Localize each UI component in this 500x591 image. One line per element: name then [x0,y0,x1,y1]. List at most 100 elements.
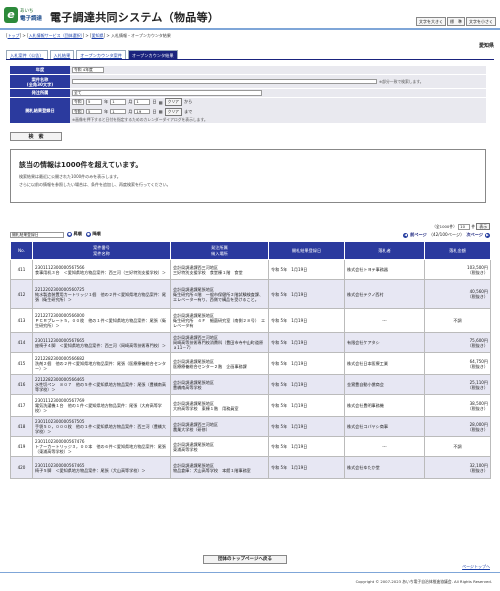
total-count: （全1000件） [432,224,457,229]
org-select[interactable]: 全て [72,90,262,96]
clear-to-button[interactable]: クリア [164,107,182,116]
sort-asc-radio[interactable]: ● 昇順 [67,231,82,237]
case-name-link[interactable]: トナーカートリッジ３，００本 他の６件＜愛知県地方物品案件：尾張（東浦高等学校）… [35,444,166,454]
year-select[interactable]: 令和 4年度 [72,67,104,73]
calendar-to-icon[interactable]: ▦ [159,109,163,114]
year-label: 年度 [10,66,70,74]
breadcrumb-top-link[interactable]: トップ [8,33,20,38]
from-suffix: から [183,99,193,104]
case-name-link[interactable]: 手袋５０，０００枚 他の１件＜愛知県地方物品案件：西三河（豊橋大学校）＞ [35,424,166,434]
next-arrow-icon[interactable]: ▶ [485,232,490,238]
font-normal-button[interactable]: 標 準 [447,17,465,26]
radio-checked-icon: ● [67,232,72,237]
next-page-link[interactable]: 次ページ [466,232,483,238]
per-page-select[interactable]: 10 [458,224,471,230]
table-row: 413 2212272300000566000 ＰＣＲプレート５，００枚 他の１件＜… [10,308,491,333]
to-year-input[interactable]: 5 [86,108,102,115]
result-limit-message: 該当の情報は1000件を超えています。 検索結果は最近に公開された1000件のみ… [10,149,486,203]
breadcrumb-pref-link[interactable]: 愛知県 [92,33,104,38]
calendar-from-icon[interactable]: ▦ [159,100,163,105]
from-month-input[interactable]: 1 [110,99,127,105]
col-date: 開札結果登録日 [268,241,345,260]
row-no: 411 [10,259,33,280]
case-label: 案件名称 (全角30文字) [10,75,70,88]
col-winner: 落札者 [344,241,425,260]
from-day-input[interactable]: 1 [134,99,151,105]
row-winner: 株式会社テクノ西村 [344,279,425,309]
to-day-input[interactable]: 19 [134,108,151,115]
case-name-link[interactable]: ＰＣＲプレート５，００枚 他の１件＜愛知県地方物品案件：尾張（衛生研究所）＞ [35,318,166,328]
to-month-input[interactable]: 1 [110,108,127,115]
row-case: 2212272300000566000 ＰＣＲプレート５，００枚 他の１件＜愛知県… [32,308,171,333]
row-price: 64,750円 （税抜き） [424,352,491,375]
prev-page-link[interactable]: 前ページ [410,232,427,238]
row-price: 不調 [424,308,491,333]
row-case: 2212282300000566682 洗剤２個 他の２件＜愛知県地方物品案件：尾… [32,352,171,375]
case-name-link[interactable]: 電気洗濯機１台 他の１件＜愛知県地方物品案件：尾張（大府高等学校）＞ [35,403,162,413]
font-small-button[interactable]: 文字を小さく [466,17,496,26]
row-no: 416 [10,374,33,395]
case-name-link[interactable]: 座椅子４脚 ＜愛知県地方物品案件：西三河（岡崎高等技術専門校）＞ [35,343,166,348]
sort-order-controls: ● 昇順 ● 降順 [67,231,101,237]
logo-bottom-text: 電子調達 [20,16,43,22]
row-price: 38,500円 （税抜き） [424,394,491,417]
row-price: 40,560円 （税抜き） [424,279,491,309]
result-controls: （全1000件） 10 件 表示 開札結果登録日 ● 昇順 ● 降順 ◀ 前ペー… [10,223,490,238]
breadcrumb-service-link[interactable]: 入札情報サービス（団体選択） [29,33,83,38]
table-row: 416 2212282300000566465 水性切ペン ８０７ 他の５件＜愛知県… [10,374,491,395]
row-price: 75,600円 （税抜き） [424,332,491,353]
row-case: 2301112300000567566 食事用机３台 ＜愛知県地方物品案件：西三河… [32,259,171,280]
case-name-link[interactable]: 洗剤２個 他の２件＜愛知県地方物品案件：尾張（医療療養総合センター）＞ [35,361,166,371]
row-winner: 有限会社ケアタシ [344,332,425,353]
from-era-select[interactable]: 令和 [72,99,84,105]
org-row: 発注所属 全て [10,89,486,98]
to-suffix: まで [183,108,193,114]
case-name-link[interactable]: 食事用机３台 ＜愛知県地方物品案件：西三河（三好特別支援学校）＞ [35,270,166,275]
price-tax: （税抜き） [467,467,488,473]
page-top-link[interactable]: ページトップへ [462,564,490,570]
to-era-select[interactable]: 令和 [72,108,84,115]
row-case: 2301112300000567769 電気洗濯機１台 他の１件＜愛知県地方物品案… [32,394,171,417]
case-name-link[interactable]: 純水製造装置用カートリッジ１個 他の２件＜愛知県地方物品案件：尾張（衛生研究所）… [35,292,166,302]
message-title: 該当の情報は1000件を超えています。 [19,161,143,169]
case-name-link[interactable]: 椅子５脚 ＜愛知県地方物品案件：尾張（犬山高等学校）＞ [35,468,146,473]
case-name-input[interactable] [72,78,377,85]
from-year-input[interactable]: 5 [86,99,102,105]
case-note: ※部分一致で検索します。 [379,78,424,84]
row-org: 会計局調達課尾張地区 衛生研究所 ４Ｆ 細菌研究室（南側２８号） エレベータ有 [170,308,269,333]
col-org: 発注所属 納入場所 [170,241,269,260]
row-no: 418 [10,416,33,437]
row-date: 令和 5年 1月19日 [268,308,345,333]
table-header-row: No. 案件番号 案件名称 発注所属 納入場所 開札結果登録日 落札者 落札金額 [10,241,491,260]
per-page-unit: 件 [471,224,476,229]
unit-day: 日 [152,108,157,114]
date-to-group: 令和 5年 1月 19 日 ▦ クリア まで [72,107,193,116]
row-no: 420 [10,456,33,479]
row-price: 不調 [424,436,491,457]
font-large-button[interactable]: 文字を大きく [416,17,446,26]
price-value: 不調 [453,318,462,323]
table-row: 412 2212202300000560725 純水製造装置用カートリッジ１個 他の… [10,279,491,309]
display-button[interactable]: 表示 [476,223,490,230]
row-case: 2212282300000566465 水性切ペン ８０７ 他の５件＜愛知県地方物… [32,374,171,395]
case-name-link[interactable]: 水性切ペン ８０７ 他の５件＜愛知県地方物品案件：尾張（豊橋南高等学校）＞ [35,382,166,392]
row-winner: --- [344,308,425,333]
row-org: 会計局調達課尾張地区 豊橋南高等学校 [170,374,269,395]
row-no: 415 [10,352,33,375]
sort-desc-radio[interactable]: ● 降順 [85,231,101,237]
row-no: 419 [10,436,33,457]
clear-from-button[interactable]: クリア [164,98,182,106]
row-org: 会計局調達課西三河地区 農業大学校（研修） [170,416,269,437]
row-org: 会計局調達課尾張地区 東浦高等学校 [170,436,269,457]
price-tax: （税抜き） [467,405,488,411]
row-price: 28,000円 （税抜き） [424,416,491,437]
row-no: 412 [10,279,33,309]
back-to-top-page-button[interactable]: 団体のトップページへ戻る [203,555,287,564]
sort-select[interactable]: 開札結果登録日 [10,232,64,238]
row-org: 会計局調達課尾張地区 大府高等学校 東棟１階 用務員室 [170,394,269,417]
search-button[interactable]: 検 索 [10,132,62,141]
tab-divider [6,59,494,60]
price-tax: （税抜き） [467,269,488,275]
prev-arrow-icon[interactable]: ◀ [403,232,409,238]
table-row: 411 2301112300000567566 食事用机３台 ＜愛知県地方物品案件：… [10,259,491,280]
